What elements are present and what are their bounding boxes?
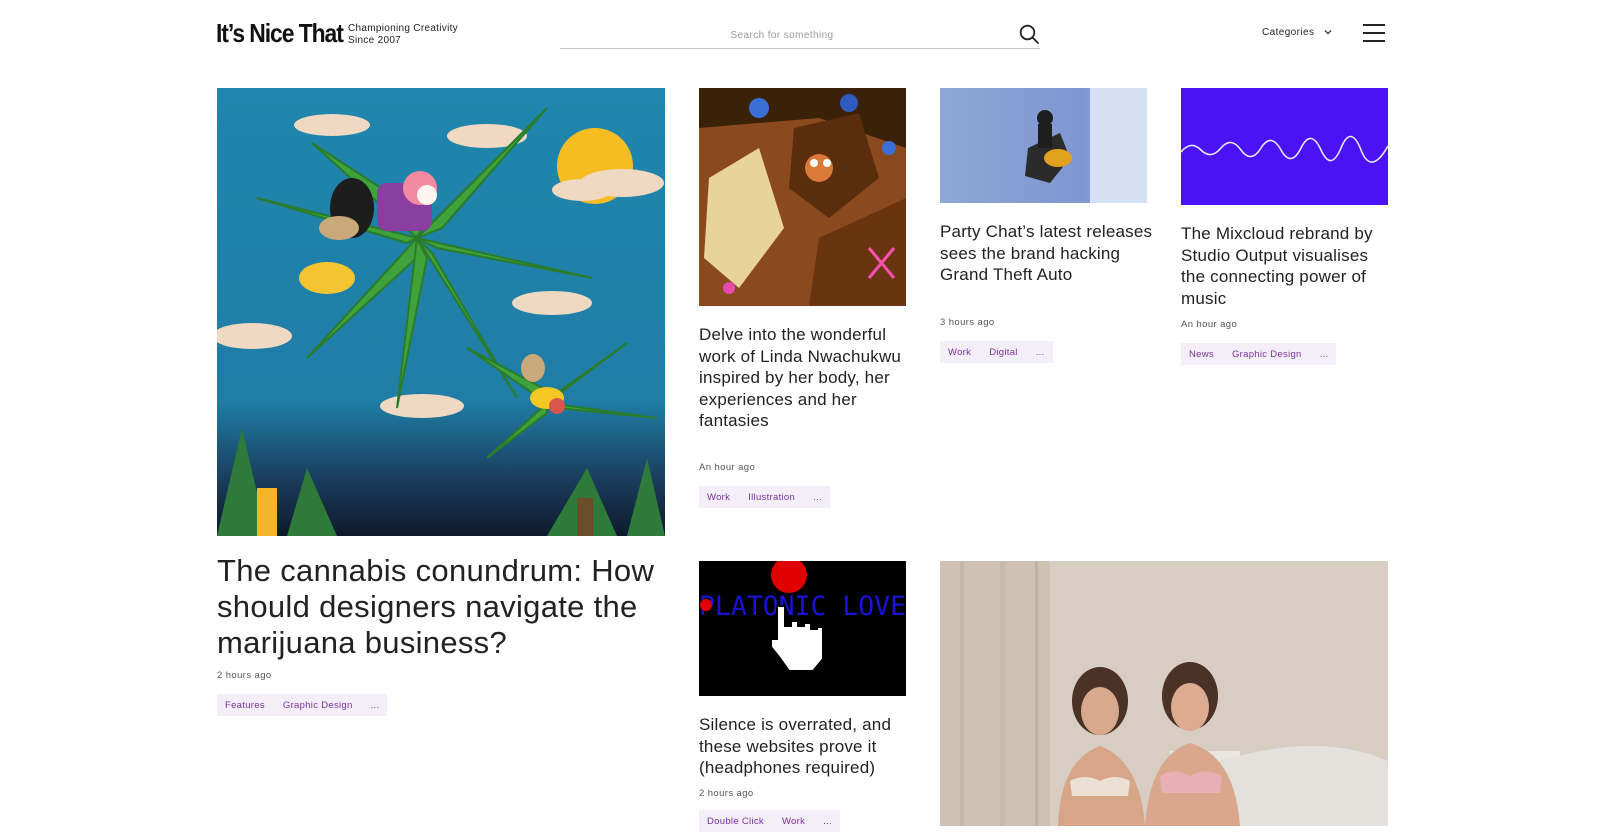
chevron-down-icon bbox=[1324, 27, 1332, 38]
tag-more[interactable]: ... bbox=[1036, 347, 1045, 358]
article-image-party-chat[interactable] bbox=[940, 88, 1147, 203]
article-title[interactable]: Delve into the wonderful work of Linda N… bbox=[699, 324, 914, 432]
site-logo[interactable]: It’s Nice That bbox=[216, 18, 344, 49]
site-tagline: Championing Creativity Since 2007 bbox=[348, 23, 458, 47]
categories-label: Categories bbox=[1262, 27, 1315, 38]
article-tags: Features Graphic Design ... bbox=[217, 694, 388, 716]
article-time: 3 hours ago bbox=[940, 317, 995, 328]
article-tags: Work Illustration ... bbox=[699, 486, 830, 508]
mixcloud-wave-image bbox=[1181, 88, 1388, 205]
tag-more[interactable]: ... bbox=[1320, 349, 1329, 360]
tag-link[interactable]: Graphic Design bbox=[283, 700, 353, 711]
article-time: An hour ago bbox=[1181, 319, 1238, 330]
article-tags: Double Click Work ... bbox=[699, 810, 840, 832]
party-chat-image bbox=[940, 88, 1147, 203]
bedroom-photo bbox=[940, 561, 1388, 826]
hamburger-menu-icon[interactable] bbox=[1363, 24, 1385, 42]
article-title[interactable]: Party Chat’s latest releases sees the br… bbox=[940, 221, 1155, 286]
article-title[interactable]: The cannabis conundrum: How should desig… bbox=[217, 553, 667, 661]
article-title[interactable]: Silence is overrated, and these websites… bbox=[699, 714, 914, 779]
article-time: An hour ago bbox=[699, 462, 756, 473]
linda-illustration bbox=[699, 88, 906, 306]
platonic-love-image: PLATONIC LOVE bbox=[699, 561, 906, 696]
article-image-mixcloud[interactable] bbox=[1181, 88, 1388, 205]
tag-link[interactable]: Work bbox=[948, 347, 971, 358]
tag-link[interactable]: Work bbox=[782, 816, 805, 827]
article-tags: Work Digital ... bbox=[940, 341, 1053, 363]
article-title[interactable]: The Mixcloud rebrand by Studio Output vi… bbox=[1181, 223, 1396, 309]
tag-link[interactable]: Features bbox=[225, 700, 265, 711]
tag-more[interactable]: ... bbox=[823, 816, 832, 827]
search-icon bbox=[1019, 24, 1039, 44]
search-input[interactable] bbox=[560, 24, 1004, 46]
article-image-linda[interactable] bbox=[699, 88, 906, 306]
article-time: 2 hours ago bbox=[699, 788, 754, 799]
article-tags: News Graphic Design ... bbox=[1181, 343, 1337, 365]
tag-link[interactable]: Graphic Design bbox=[1232, 349, 1302, 360]
tag-more[interactable]: ... bbox=[813, 492, 822, 503]
article-image-cannabis[interactable] bbox=[217, 88, 665, 536]
categories-dropdown[interactable]: Categories bbox=[1262, 27, 1332, 38]
tag-link[interactable]: Double Click bbox=[707, 816, 764, 827]
search-button[interactable] bbox=[1018, 23, 1040, 45]
tag-link[interactable]: Illustration bbox=[748, 492, 795, 503]
article-image-photo[interactable] bbox=[940, 561, 1388, 826]
image-text: PLATONIC LOVE bbox=[699, 591, 906, 622]
tag-link[interactable]: News bbox=[1189, 349, 1214, 360]
search-bar bbox=[560, 20, 1040, 49]
tag-link[interactable]: Digital bbox=[989, 347, 1018, 358]
tagline-line-1: Championing Creativity bbox=[348, 23, 458, 34]
cannabis-illustration bbox=[217, 88, 665, 536]
article-image-platonic-love[interactable]: PLATONIC LOVE bbox=[699, 561, 906, 696]
tag-more[interactable]: ... bbox=[371, 700, 380, 711]
tagline-line-2: Since 2007 bbox=[348, 35, 402, 46]
tag-link[interactable]: Work bbox=[707, 492, 730, 503]
article-time: 2 hours ago bbox=[217, 670, 272, 681]
